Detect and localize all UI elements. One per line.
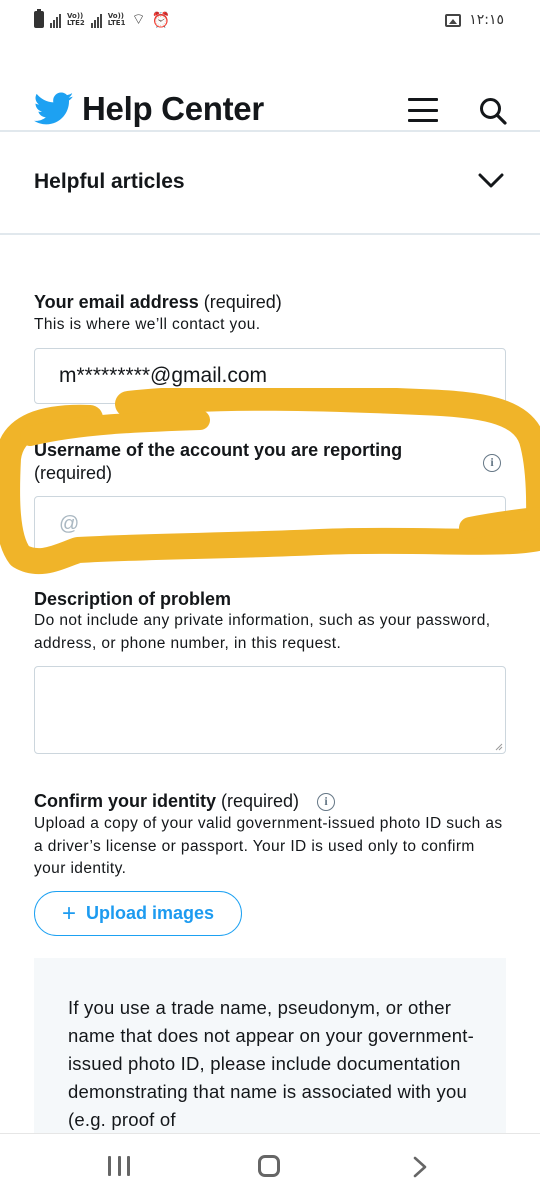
signal-icon [50,12,61,28]
recent-apps-icon[interactable] [108,1156,130,1176]
plus-icon: + [61,899,76,927]
gallery-icon [445,13,462,27]
description-label: Description of problem [34,589,232,609]
status-right: ١٢:١٥ [445,12,504,28]
description-help-text: Do not include any private information, … [34,612,491,652]
status-bar: Vo)) LTE2 Vo)) LTE1 ⌔ ⏰ ١٢:١٥ [0,0,540,44]
battery-icon [34,9,44,28]
back-icon[interactable] [410,1156,430,1178]
username-field[interactable] [34,496,506,552]
alarm-icon: ⏰ [151,10,171,29]
status-left: Vo)) LTE2 Vo)) LTE1 ⌔ ⏰ [34,9,171,29]
username-label: Username of the account you are reportin… [34,440,403,483]
info-icon[interactable]: i [317,793,335,811]
info-note-text: If you use a trade name, pseudonym, or o… [68,997,474,1130]
email-help-text: This is where we’ll contact you. [34,316,261,333]
twitter-bird-icon[interactable] [34,92,74,126]
helpful-articles-label: Helpful articles [34,170,185,193]
helpful-articles-toggle[interactable]: Helpful articles [0,132,540,234]
network-label-2: Vo)) LTE1 [107,11,126,27]
section-divider [0,233,540,235]
email-field[interactable] [34,348,506,404]
info-icon[interactable]: i [483,454,501,472]
upload-images-button[interactable]: + Upload images [34,891,242,936]
network-label-1: Vo)) LTE2 [67,11,85,27]
header: Help Center [0,84,540,132]
status-time: ١٢:١٥ [469,12,504,28]
search-icon[interactable] [478,96,508,126]
description-field[interactable] [34,666,506,754]
chevron-down-icon [478,173,504,188]
upload-images-label: Upload images [85,903,215,923]
hamburger-menu-icon[interactable] [408,98,438,122]
resize-handle-icon[interactable] [495,743,503,751]
email-label: Your email address (required) [34,292,282,312]
navigation-bar [0,1133,540,1200]
signal-icon [90,12,102,28]
wifi-icon: ⌔ [131,10,146,28]
identity-help-text: Upload a copy of your valid government-i… [34,815,503,877]
home-icon[interactable] [258,1155,280,1177]
page-title: Help Center [82,90,264,127]
identity-label: Confirm your identity (required) [34,791,300,811]
info-note-box: If you use a trade name, pseudonym, or o… [34,958,506,1134]
